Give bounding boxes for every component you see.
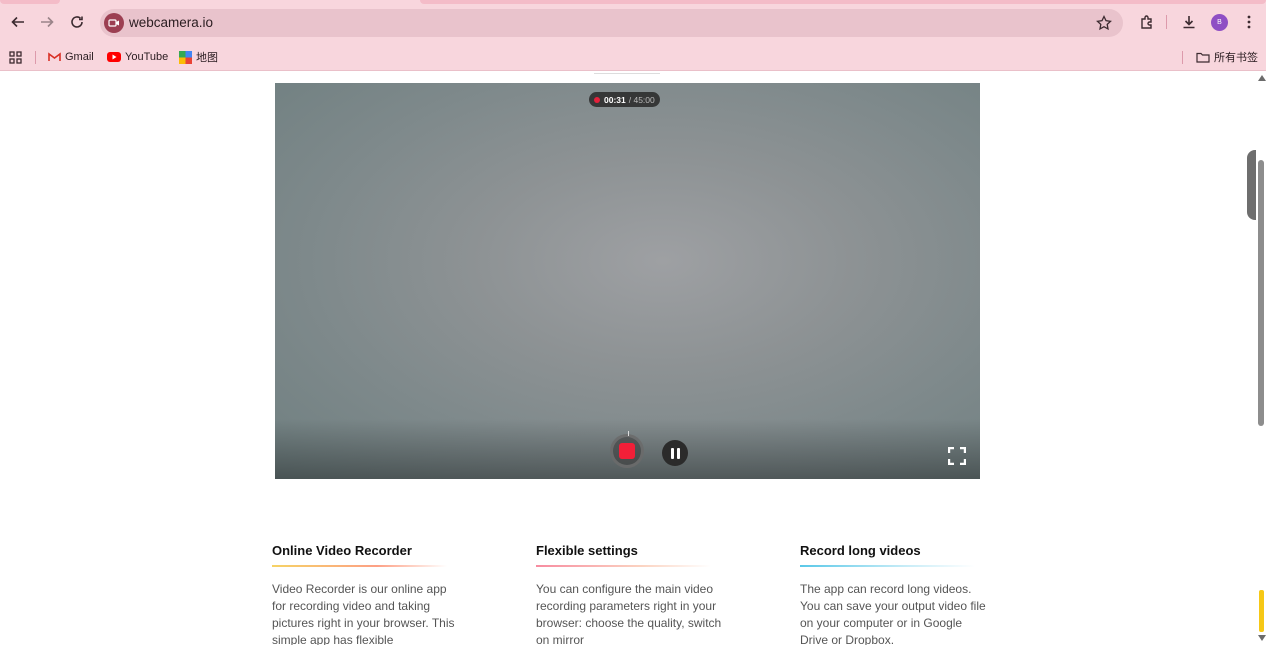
- apps-button[interactable]: [9, 47, 22, 67]
- recording-dot: [594, 96, 600, 103]
- arrow-left-icon: [11, 16, 24, 28]
- arrow-right-icon: [41, 16, 54, 28]
- scroll-up-arrow[interactable]: [1258, 75, 1266, 81]
- feature-online-recorder: Online Video Recorder Video Recorder is …: [272, 543, 462, 645]
- back-button[interactable]: [7, 11, 29, 33]
- pause-button[interactable]: [662, 440, 688, 466]
- stop-icon: [619, 443, 635, 459]
- download-icon: [1183, 16, 1195, 29]
- bookmark-maps[interactable]: 地图: [179, 47, 218, 67]
- bookmark-gmail[interactable]: Gmail: [48, 47, 94, 67]
- page-scrollbar[interactable]: [1256, 72, 1266, 645]
- feature-underline: [272, 565, 447, 567]
- profile-avatar[interactable]: B: [1211, 14, 1228, 31]
- kebab-menu-icon: [1247, 15, 1251, 29]
- site-camera-icon[interactable]: [104, 13, 124, 33]
- progress-tick: [628, 431, 629, 436]
- url-text[interactable]: webcamera.io: [129, 15, 213, 30]
- youtube-icon: [107, 52, 121, 62]
- feature-flexible-settings: Flexible settings You can configure the …: [536, 543, 726, 645]
- camera-preview: 00:31 / 45:00: [275, 83, 980, 479]
- stop-recording-button[interactable]: [610, 431, 644, 468]
- reload-button[interactable]: [66, 11, 88, 33]
- downloads-button[interactable]: [1179, 12, 1199, 32]
- bookmark-label: 地图: [196, 52, 218, 64]
- feature-title: Record long videos: [800, 543, 921, 558]
- feature-text: Video Recorder is our online app for rec…: [272, 582, 455, 645]
- apps-grid-icon: [9, 50, 22, 64]
- tab-edge-right: [420, 0, 1266, 4]
- gmail-icon: [48, 52, 61, 61]
- folder-icon: [1196, 52, 1210, 63]
- toolbar-divider: [1166, 15, 1167, 29]
- scroll-indicator: [1259, 590, 1264, 632]
- feature-underline: [536, 565, 711, 567]
- extensions-button[interactable]: [1137, 12, 1157, 32]
- page-content: 00:31 / 45:00 Online Video Recorder Vide…: [0, 72, 1256, 645]
- bookmarks-bar: Gmail YouTube 地图 所有书签: [0, 44, 1266, 71]
- reload-icon: [71, 16, 83, 28]
- feature-title: Online Video Recorder: [272, 543, 412, 558]
- bookmarks-divider: [1182, 51, 1183, 64]
- scroll-thumb[interactable]: [1258, 160, 1264, 426]
- scroll-down-arrow[interactable]: [1258, 635, 1266, 641]
- bookmark-label: Gmail: [65, 51, 94, 63]
- elapsed-time: 00:31: [604, 94, 626, 105]
- bookmark-label: YouTube: [125, 51, 169, 63]
- menu-button[interactable]: [1239, 12, 1259, 32]
- tab-edge-left: [0, 0, 60, 4]
- feature-long-videos: Record long videos The app can record lo…: [800, 543, 990, 645]
- max-duration: / 45:00: [628, 94, 655, 105]
- address-bar[interactable]: webcamera.io: [100, 9, 1123, 37]
- recording-timer: 00:31 / 45:00: [589, 92, 660, 107]
- pause-icon: [670, 447, 674, 459]
- feature-text: You can configure the main video recordi…: [536, 582, 722, 645]
- feature-text: The app can record long videos. You can …: [800, 582, 986, 645]
- bookmarks-divider: [35, 51, 36, 64]
- bookmark-youtube[interactable]: YouTube: [107, 47, 168, 67]
- page-top-edge: [594, 72, 660, 74]
- browser-toolbar: webcamera.io B: [0, 0, 1266, 44]
- all-bookmarks-label: 所有书签: [1214, 52, 1258, 64]
- feature-title: Flexible settings: [536, 543, 638, 558]
- fullscreen-icon[interactable]: [948, 447, 966, 465]
- maps-icon: [179, 50, 192, 64]
- forward-button[interactable]: [36, 11, 58, 33]
- bookmark-star-icon[interactable]: [1095, 14, 1113, 32]
- all-bookmarks-folder[interactable]: 所有书签: [1196, 47, 1258, 67]
- feature-underline: [800, 565, 975, 567]
- puzzle-icon: [1141, 15, 1152, 29]
